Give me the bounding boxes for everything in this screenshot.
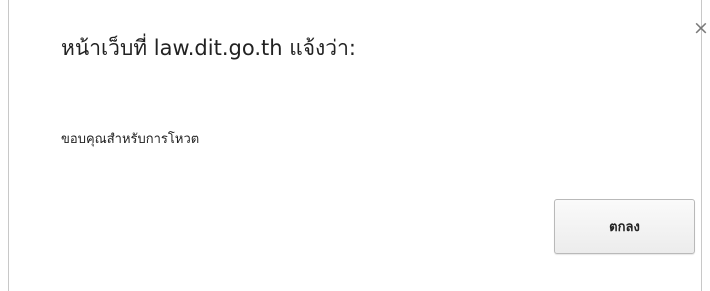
close-icon[interactable]: ×	[693, 18, 710, 38]
dialog-message: ขอบคุณสำหรับการโหวต	[61, 132, 200, 147]
dialog-title: หน้าเว็บที่ law.dit.go.th แจ้งว่า:	[61, 36, 356, 60]
ok-button[interactable]: ตกลง	[554, 199, 695, 254]
alert-dialog: × หน้าเว็บที่ law.dit.go.th แจ้งว่า: ขอบ…	[8, 0, 709, 291]
